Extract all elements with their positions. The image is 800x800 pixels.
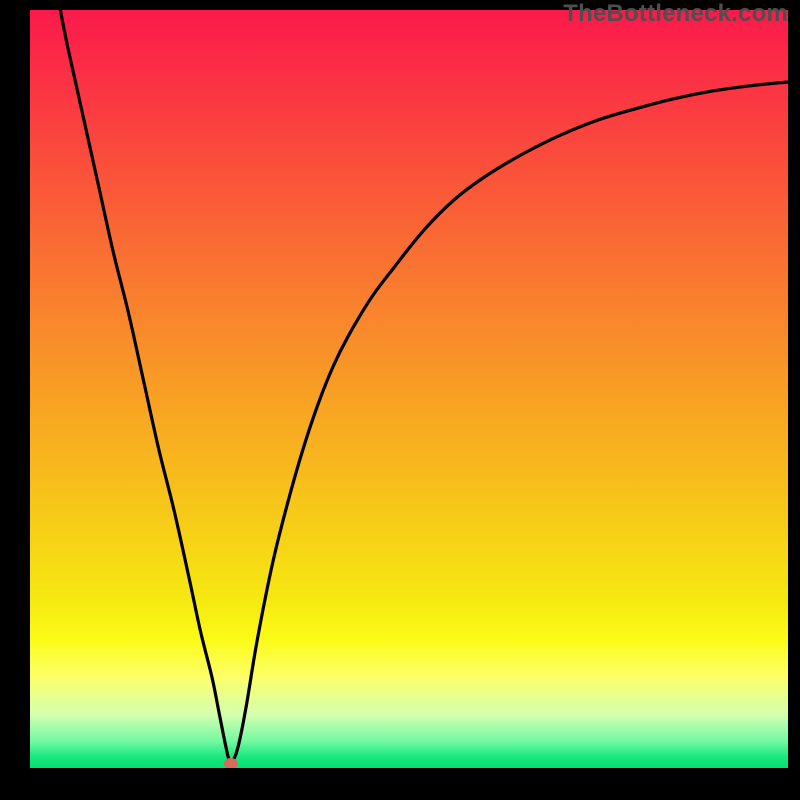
gradient-background: [30, 10, 788, 768]
plot-area: [30, 10, 788, 768]
chart-frame: [30, 10, 788, 768]
watermark-text: TheBottleneck.com: [563, 0, 788, 28]
